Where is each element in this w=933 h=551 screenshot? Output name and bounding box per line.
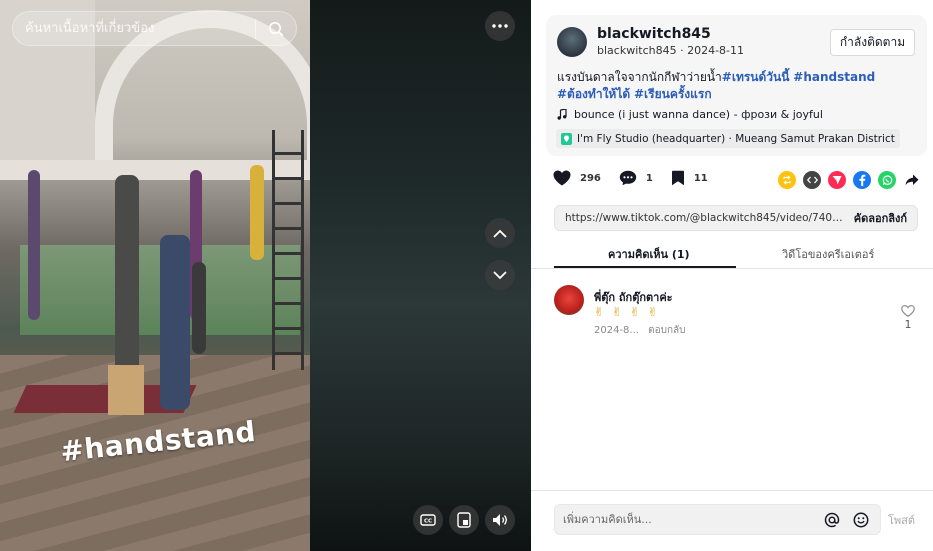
floating-player-icon — [457, 512, 471, 528]
active-tab-indicator — [554, 266, 736, 268]
details-panel: blackwitch845 blackwitch845 · 2024-8-11 … — [531, 0, 933, 551]
send-to-friends-button[interactable] — [828, 171, 846, 189]
location-name: I'm Fly Studio (headquarter) · Mueang Sa… — [577, 132, 895, 145]
comment-bubble-icon — [619, 170, 637, 186]
like-button[interactable]: 296 — [553, 170, 601, 186]
post-comment-button[interactable]: โพสต์ — [888, 511, 915, 529]
mention-button[interactable] — [822, 510, 842, 530]
comment-date: 2024-8... — [594, 325, 639, 336]
scene-person-background — [192, 262, 206, 354]
location-pin-icon — [561, 132, 572, 145]
avatar[interactable] — [557, 27, 587, 57]
embed-code-icon — [806, 176, 818, 184]
copy-link-button[interactable]: คัดลอกลิงก์ — [844, 209, 917, 227]
embed-button[interactable] — [803, 171, 821, 189]
comment-text: ✌ ✌ ✌ ✌ — [594, 305, 660, 319]
svg-text:CC: CC — [424, 519, 432, 525]
tab-comments[interactable]: ความคิดเห็น (1) — [608, 245, 690, 263]
hashtag-link[interactable]: #handstand — [793, 70, 875, 84]
search-icon — [269, 21, 284, 36]
floating-player-button[interactable] — [449, 505, 479, 535]
bookmark-icon — [671, 170, 684, 186]
commenter-avatar[interactable] — [554, 285, 584, 315]
volume-button[interactable] — [485, 505, 515, 535]
search-bar — [12, 11, 297, 46]
post-date: 2024-8-11 — [687, 44, 745, 57]
comment-composer: โพสต์ — [531, 490, 933, 551]
hashtag-link[interactable]: #เทรนด์วันนี้ — [722, 70, 790, 84]
heart-outline-icon — [901, 305, 915, 317]
more-dots-icon — [492, 24, 508, 28]
comment-meta: 2024-8... ตอบกลับ — [594, 323, 692, 338]
comment-input-box — [554, 504, 881, 535]
chevron-down-icon — [493, 270, 507, 279]
post-subline: blackwitch845 · 2024-8-11 — [597, 44, 744, 57]
app-root: #handstand CC — [0, 0, 933, 551]
hashtag-link[interactable]: #เรียนครั้งแรก — [634, 87, 712, 101]
previous-video-button[interactable] — [485, 218, 515, 248]
reply-button[interactable]: ตอบกลับ — [648, 325, 685, 336]
repost-icon — [783, 175, 791, 185]
video-frame: #handstand — [0, 0, 325, 551]
post-caption: แรงบันดาลใจจากนักกีฬาว่ายน้ำ#เทรนด์วันนี… — [557, 69, 919, 103]
facebook-icon — [859, 174, 866, 186]
save-count: 11 — [693, 172, 708, 184]
volume-icon — [493, 514, 507, 526]
comment-input[interactable] — [555, 505, 822, 534]
post-info-card: blackwitch845 blackwitch845 · 2024-8-11 … — [546, 15, 927, 156]
scene-ladder — [272, 130, 304, 370]
repost-button[interactable] — [778, 171, 796, 189]
emoji-button[interactable] — [851, 510, 871, 530]
captions-icon: CC — [420, 514, 436, 526]
search-button[interactable] — [256, 12, 296, 45]
panel-tabs: ความคิดเห็น (1) วิดีโอของครีเอเตอร์ — [531, 239, 933, 269]
like-count: 296 — [580, 172, 601, 184]
share-more-button[interactable] — [903, 171, 921, 189]
chevron-up-icon — [493, 229, 507, 238]
comment-count: 1 — [645, 172, 653, 184]
music-title: bounce (i just wanna dance) - фрози & jo… — [574, 108, 823, 121]
user-handle: blackwitch845 — [597, 44, 677, 57]
caption-text: แรงบันดาลใจจากนักกีฬาว่ายน้ำ — [557, 70, 722, 84]
comment-button[interactable]: 1 — [619, 170, 653, 186]
tab-creator-videos[interactable]: วิดีโอของครีเอเตอร์ — [782, 245, 874, 263]
next-video-button[interactable] — [485, 260, 515, 290]
whatsapp-icon — [882, 174, 892, 185]
comment-like-button[interactable]: 1 — [901, 305, 915, 331]
heart-icon — [553, 170, 571, 186]
video-link-box: https://www.tiktok.com/@blackwitch845/vi… — [554, 205, 918, 231]
share-options — [778, 171, 921, 189]
save-button[interactable]: 11 — [671, 170, 708, 186]
scene-silk — [28, 170, 40, 320]
captions-button[interactable]: CC — [413, 505, 443, 535]
share-facebook-button[interactable] — [853, 171, 871, 189]
music-note-icon — [557, 109, 567, 120]
comment-like-count: 1 — [904, 318, 912, 331]
more-options-button[interactable] — [485, 11, 515, 41]
scene-person-handstand — [115, 175, 139, 375]
share-whatsapp-button[interactable] — [878, 171, 896, 189]
scene-box — [108, 365, 144, 415]
at-sign-icon — [824, 512, 840, 527]
share-arrow-icon — [905, 174, 919, 186]
following-button[interactable]: กำลังติดตาม — [830, 29, 915, 56]
music-link[interactable]: bounce (i just wanna dance) - фрози & jo… — [557, 108, 823, 121]
username[interactable]: blackwitch845 — [597, 26, 711, 42]
search-input[interactable] — [13, 12, 255, 45]
commenter-name[interactable]: พี่ตุ๊ก ถักตุ๊กตาค่ะ — [594, 288, 673, 306]
hashtag-link[interactable]: #ต้องทำให้ได้ — [557, 87, 630, 101]
video-player[interactable]: #handstand CC — [0, 0, 531, 551]
location-tag[interactable]: I'm Fly Studio (headquarter) · Mueang Sa… — [556, 129, 900, 148]
video-link-url[interactable]: https://www.tiktok.com/@blackwitch845/vi… — [555, 212, 844, 224]
emoji-smile-icon — [853, 512, 869, 527]
send-icon — [832, 176, 842, 185]
action-bar: 296 1 11 — [553, 170, 726, 186]
scene-silk — [250, 165, 264, 260]
scene-person-coach — [160, 235, 190, 410]
